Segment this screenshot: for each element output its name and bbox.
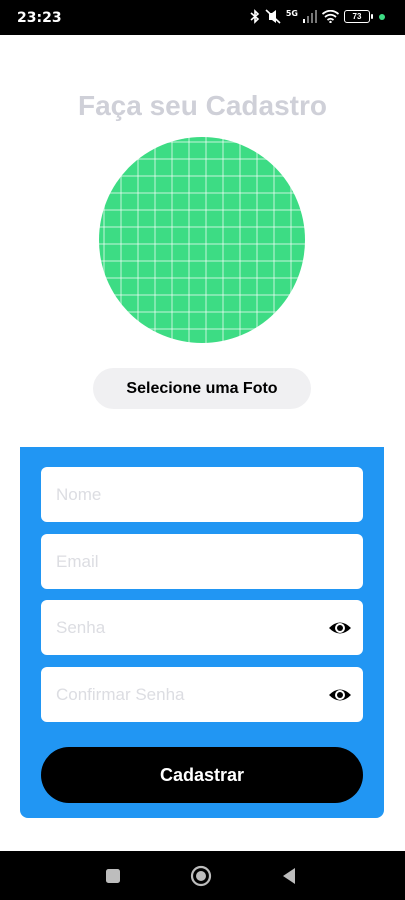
page-title: Faça seu Cadastro xyxy=(78,90,327,121)
email-field-container xyxy=(41,534,363,589)
eye-icon[interactable] xyxy=(328,684,352,706)
select-photo-button[interactable]: Selecione uma Foto xyxy=(93,368,311,409)
submit-button[interactable]: Cadastrar xyxy=(41,747,363,803)
navigation-bar xyxy=(0,851,405,900)
battery-icon: 73 xyxy=(344,10,373,23)
back-triangle-icon[interactable] xyxy=(279,865,301,887)
confirm-password-field-container xyxy=(41,667,363,722)
bluetooth-icon xyxy=(250,9,260,24)
confirm-password-input[interactable] xyxy=(41,667,363,722)
network-type-label: 5G xyxy=(285,9,298,18)
recents-square-icon[interactable] xyxy=(102,865,124,887)
name-input[interactable] xyxy=(41,467,363,522)
home-circle-icon[interactable] xyxy=(190,865,212,887)
notification-dot-icon xyxy=(379,13,385,20)
battery-level: 73 xyxy=(352,12,362,21)
eye-icon[interactable] xyxy=(328,617,352,639)
silent-icon xyxy=(265,9,281,24)
name-field-container xyxy=(41,467,363,522)
photo-preview[interactable] xyxy=(99,137,305,343)
status-icons: 5G 73 xyxy=(250,9,385,24)
status-time: 23:23 xyxy=(17,10,62,26)
password-input[interactable] xyxy=(41,600,363,655)
password-field-container xyxy=(41,600,363,655)
signup-form: Cadastrar xyxy=(20,447,384,818)
wifi-icon xyxy=(322,10,339,23)
status-bar: 23:23 5G 73 xyxy=(0,0,405,35)
signal-icon xyxy=(303,10,317,23)
email-input[interactable] xyxy=(41,534,363,589)
